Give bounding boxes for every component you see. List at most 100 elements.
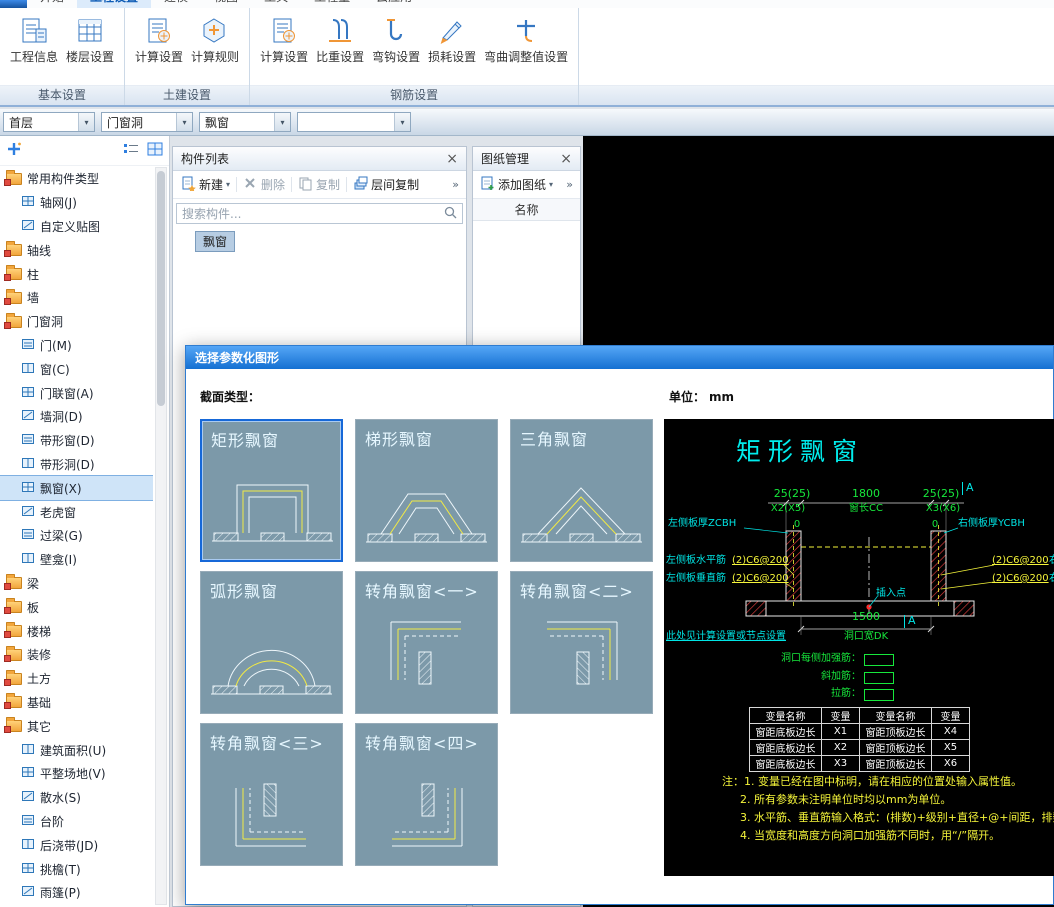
ribbon-tab-7[interactable]: 云应用	[363, 0, 425, 8]
category-combo[interactable]: 门窗洞 ▾	[101, 112, 193, 132]
tree-item-strip-hole[interactable]: 带形洞(D)	[0, 453, 153, 477]
extra-combo[interactable]: ▾	[297, 112, 411, 132]
toolbar-overflow-button[interactable]: »	[449, 178, 462, 191]
list-view-icon[interactable]	[123, 142, 139, 159]
rebar-spec-link[interactable]: (2)C6@200	[732, 573, 789, 585]
chevron-down-icon[interactable]: ▾	[226, 180, 230, 189]
element-combo[interactable]: 飘窗 ▾	[199, 112, 291, 132]
hook-settings-button[interactable]: 弯钩设置	[368, 13, 424, 68]
ribbon-tab-3[interactable]: 建模	[151, 0, 201, 8]
dim-x3: X3(X6)	[925, 503, 961, 514]
reinforce-input-box[interactable]	[864, 654, 894, 666]
tree-item-wall[interactable]: 墙	[0, 286, 153, 310]
ratio-settings-button[interactable]: 比重设置	[312, 13, 368, 68]
new-button[interactable]: 新建 ▾	[177, 173, 234, 197]
lintel-icon	[21, 527, 35, 544]
decoration-folder-icon	[4, 645, 22, 662]
grid-view-icon[interactable]	[147, 142, 163, 159]
delete-button[interactable]: 删除	[239, 173, 289, 197]
tree-item-axis-grid[interactable]: 轴网(J)	[0, 191, 153, 215]
tree-item-strip-window[interactable]: 带形窗(D)	[0, 429, 153, 453]
sidebar-scrollbar[interactable]	[155, 167, 167, 905]
tree-item-canopy[interactable]: 雨篷(P)	[0, 881, 153, 905]
preview-note-2: 2. 所有参数未注明单位时均以mm为单位。	[740, 793, 952, 806]
tree-item-eave-overhang[interactable]: 挑檐(T)	[0, 857, 153, 881]
diagonal-input-box[interactable]	[864, 672, 894, 684]
tree-item-lintel[interactable]: 过梁(G)	[0, 524, 153, 548]
add-drawing-button[interactable]: 添加图纸 ▾	[477, 173, 557, 196]
search-icon[interactable]	[444, 206, 457, 222]
add-component-icon[interactable]	[6, 141, 22, 160]
tree-item-earthwork[interactable]: 土方	[0, 667, 153, 691]
chevron-down-icon[interactable]: ▾	[78, 113, 94, 131]
copy-button[interactable]: 复制	[294, 173, 344, 197]
card-triangle-bay-window[interactable]: 三角飘窗	[510, 419, 653, 562]
card-corner-bay-window-4[interactable]: 转角飘窗<四>	[355, 723, 498, 866]
diagonal-rebar-label: 斜加筋：	[821, 671, 861, 682]
tree-item-niche[interactable]: 壁龛(I)	[0, 548, 153, 572]
tree-item-bay-window[interactable]: 飘窗(X)	[0, 475, 153, 502]
toolbar-overflow-button[interactable]: »	[563, 178, 576, 191]
card-rect-bay-window[interactable]: 矩形飘窗	[200, 419, 343, 562]
tree-item-door-linked-window[interactable]: 门联窗(A)	[0, 381, 153, 405]
tree-item-foundation[interactable]: 基础	[0, 691, 153, 715]
tree-item-others[interactable]: 其它	[0, 714, 153, 738]
close-icon[interactable]: ×	[446, 152, 458, 166]
calc-settings-note[interactable]: 此处见计算设置或节点设置	[666, 631, 786, 643]
close-icon[interactable]: ×	[560, 152, 572, 166]
tree-item-site-leveling[interactable]: 平整场地(V)	[0, 762, 153, 786]
tree-item-wall-hole[interactable]: 墙洞(D)	[0, 405, 153, 429]
dialog-titlebar[interactable]: 选择参数化图形	[186, 346, 1053, 369]
card-trapezoid-bay-window[interactable]: 梯形飘窗	[355, 419, 498, 562]
bend-adjust-settings-button[interactable]: 弯曲调整值设置	[480, 13, 572, 68]
tree-item-common-component-types[interactable]: 常用构件类型	[0, 167, 153, 191]
ribbon-tab-2[interactable]: 工程设置	[77, 0, 152, 8]
ribbon-tab-1[interactable]: 开始	[27, 0, 77, 8]
ribbon-tab-4[interactable]: 视图	[201, 0, 251, 8]
project-info-button[interactable]: 工程信息	[6, 13, 62, 68]
tree-item-building-area[interactable]: 建筑面积(U)	[0, 738, 153, 762]
tie-input-box[interactable]	[864, 689, 894, 701]
ribbon-tab-5[interactable]: 工具	[251, 0, 301, 8]
calc-settings-button[interactable]: 计算设置	[131, 13, 187, 68]
tree-item-slab[interactable]: 板	[0, 595, 153, 619]
floor-combo[interactable]: 首层 ▾	[3, 112, 95, 132]
card-corner-bay-window-1[interactable]: 转角飘窗<一>	[355, 571, 498, 714]
rebar-calc-settings-button[interactable]: 计算设置	[256, 13, 312, 68]
tree-item-steps[interactable]: 台阶	[0, 810, 153, 834]
ribbon-tab-6[interactable]: 工程量	[301, 0, 363, 8]
list-item-1[interactable]: 飘窗	[195, 231, 236, 252]
loss-settings-button[interactable]: 损耗设置	[424, 13, 480, 68]
tree-item-door[interactable]: 门(M)	[0, 334, 153, 358]
tree-item-dormer-window[interactable]: 老虎窗	[0, 500, 153, 524]
rebar-spec-link[interactable]: (2)C6@200	[992, 555, 1049, 567]
tree-item-door-window-hole[interactable]: 门窗洞	[0, 310, 153, 334]
chevron-down-icon[interactable]: ▾	[176, 113, 192, 131]
tree-item-post-cast-strip[interactable]: 后浇带(JD)	[0, 833, 153, 857]
card-corner-bay-window-3[interactable]: 转角飘窗<三>	[200, 723, 343, 866]
tree-item-custom-texture[interactable]: 自定义贴图	[0, 215, 153, 239]
tree-item-decoration[interactable]: 装修	[0, 643, 153, 667]
tree-item-window[interactable]: 窗(C)	[0, 357, 153, 381]
chevron-down-icon[interactable]: ▾	[394, 113, 410, 131]
app-menu-button[interactable]	[0, 0, 27, 8]
tree-item-beam[interactable]: 梁	[0, 572, 153, 596]
card-arc-bay-window[interactable]: 弧形飘窗	[200, 571, 343, 714]
interlayer-copy-button[interactable]: 层间复制	[349, 173, 423, 197]
tree-item-axis-line[interactable]: 轴线	[0, 238, 153, 262]
tree-item-stairs[interactable]: 楼梯	[0, 619, 153, 643]
search-input[interactable]: 搜索构件...	[176, 203, 463, 224]
scrollbar-thumb[interactable]	[157, 171, 165, 406]
rebar-spec-link[interactable]: (2)C6@200	[992, 573, 1049, 585]
drawing-manager-title: 图纸管理	[481, 152, 530, 166]
niche-icon	[21, 551, 35, 568]
tree-item-apron[interactable]: 散水(S)	[0, 786, 153, 810]
rebar-spec-link[interactable]: (2)C6@200	[732, 555, 789, 567]
door-window-hole-folder-icon	[4, 312, 22, 329]
calc-rules-button[interactable]: 计算规则	[187, 13, 243, 68]
card-corner-bay-window-2[interactable]: 转角飘窗<二>	[510, 571, 653, 714]
floor-settings-button[interactable]: 楼层设置	[62, 13, 118, 68]
chevron-down-icon[interactable]: ▾	[274, 113, 290, 131]
tree-item-column[interactable]: 柱	[0, 262, 153, 286]
add-drawing-icon	[481, 176, 495, 193]
